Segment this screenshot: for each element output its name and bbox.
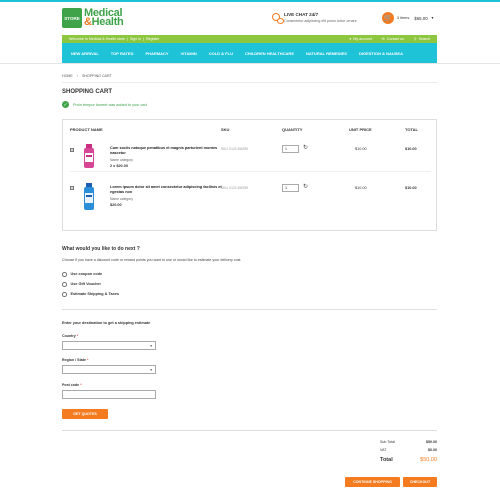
my-account-link[interactable]: ● My account <box>349 37 372 41</box>
col-total: TOTAL <box>405 127 418 132</box>
header-divider <box>0 63 500 64</box>
refresh-icon[interactable]: ↻ <box>303 184 308 190</box>
col-sku: SKU <box>221 127 230 132</box>
nav-cold-flu[interactable]: COLD & FLU <box>209 51 233 56</box>
row-total: $10.00 <box>405 186 417 190</box>
nav-natural-remedies[interactable]: NATURAL REMEDIES <box>306 51 347 56</box>
welcome-text: Welcome to Medical & Health store <box>69 37 126 41</box>
vat-label: VAT <box>380 447 387 452</box>
product-sku: SKU: 0123 456789 <box>221 147 248 151</box>
account-bar: Welcome to Medical & Health store | Sign… <box>62 35 437 43</box>
main-nav: NEW ARRIVAL TOP RATED PHARMACY VITAMIN C… <box>62 43 437 63</box>
live-chat[interactable]: LIVE CHAT 24/7 Consectetur adipiscing el… <box>272 12 357 24</box>
unit-price: $10.00 <box>355 186 367 190</box>
row-total: $10.00 <box>405 147 417 151</box>
breadcrumb: HOME › SHOPPING CART <box>62 74 112 78</box>
region-label: Region / State * <box>62 358 89 362</box>
chevron-right-icon: › <box>76 74 78 78</box>
check-icon: ✓ <box>62 101 69 108</box>
unit-price: $10.00 <box>355 147 367 151</box>
product-sku: SKU: 0123 456789 <box>221 186 248 190</box>
nav-children-healthcare[interactable]: CHILDREN HEALTHCARE <box>245 51 294 56</box>
region-select[interactable]: ▾ <box>62 365 156 374</box>
search-icon: ⚲ <box>413 37 417 41</box>
logo-badge: STORE <box>62 8 82 28</box>
subtotal-value: $50.00 <box>426 440 437 444</box>
remove-checkbox[interactable]: × <box>70 186 74 190</box>
register-link[interactable]: Register <box>146 37 159 41</box>
product-name[interactable]: Cum sociis natoque penatibus et magnis p… <box>110 146 228 156</box>
shipping-estimate-title: Enter your destination to get a shipping… <box>62 321 151 325</box>
vat-value: $0.00 <box>428 447 437 452</box>
next-steps-description: Choose if you have a discount code or re… <box>62 258 242 262</box>
nav-digestion-nausea[interactable]: DIGESTION & NAUSEA <box>359 51 403 56</box>
search-link[interactable]: ⚲ Search <box>414 37 430 41</box>
refresh-icon[interactable]: ↻ <box>303 145 308 151</box>
basket-icon: 🛒 <box>382 12 394 24</box>
nav-new-arrival[interactable]: NEW ARRIVAL <box>71 51 99 56</box>
remove-checkbox[interactable]: × <box>70 148 74 152</box>
product-image[interactable] <box>83 183 95 211</box>
col-quantity: QUANTITY <box>282 127 303 132</box>
product-price: 2 x $20.00 <box>110 164 128 168</box>
next-steps-title: What would you like to do next ? <box>62 246 140 252</box>
live-chat-title: LIVE CHAT 24/7 <box>284 12 319 17</box>
live-chat-subtitle: Consectetur adipiscing elit purus tortor… <box>284 18 357 23</box>
chevron-down-icon: ▾ <box>150 368 152 372</box>
nav-vitamin[interactable]: VITAMIN <box>181 51 197 56</box>
logo-line-2: &Health <box>84 16 124 28</box>
total-value: $50.00 <box>420 457 437 463</box>
breadcrumb-current: SHOPPING CART <box>81 74 112 78</box>
country-select[interactable]: ▾ <box>62 341 156 350</box>
quantity-input[interactable]: 1 <box>282 145 299 153</box>
checkout-button[interactable]: CHECKOUT <box>403 477 437 487</box>
get-quotes-button[interactable]: GET QUOTES <box>62 409 108 419</box>
radio-button[interactable] <box>62 282 67 287</box>
subtotal-label: Sub Total <box>380 440 395 444</box>
col-product: PRODUCT NAME <box>70 127 103 132</box>
cart-item-count: 3 items <box>397 16 410 20</box>
product-price: $20.00 <box>110 203 122 207</box>
row-divider <box>70 171 431 172</box>
total-label: Total <box>380 457 393 463</box>
radio-button[interactable] <box>62 272 67 277</box>
product-name[interactable]: Lorem ipsum dolor sit amet consectetur a… <box>110 185 228 195</box>
breadcrumb-home[interactable]: HOME <box>62 74 73 78</box>
country-label: Country * <box>62 334 79 338</box>
col-unit-price: UNIT PRICE <box>349 127 372 132</box>
success-text: Proin tempor laoreet was added to your c… <box>73 102 147 107</box>
option-coupon[interactable]: Use coupon code <box>62 272 102 277</box>
nav-pharmacy[interactable]: PHARMACY <box>145 51 168 56</box>
chevron-down-icon: ▼ <box>430 16 435 20</box>
divider <box>62 82 437 83</box>
continue-shopping-button[interactable]: CONTINUE SHOPPING <box>345 477 400 487</box>
option-gift-voucher[interactable]: Use Gift Voucher <box>62 282 101 287</box>
header-cart[interactable]: 🛒 3 items $65.00 ▼ <box>382 12 434 24</box>
product-category: Name category <box>110 197 133 201</box>
postcode-input[interactable] <box>62 390 156 399</box>
nav-top-rated[interactable]: TOP RATED <box>111 51 134 56</box>
divider <box>62 430 437 431</box>
chevron-down-icon: ▾ <box>150 344 152 348</box>
success-message: ✓ Proin tempor laoreet was added to your… <box>62 101 147 108</box>
radio-button[interactable] <box>62 292 67 297</box>
option-estimate-shipping[interactable]: Estimate Shipping & Taxes <box>62 292 119 297</box>
chat-icon <box>272 13 284 24</box>
order-totals: Sub Total $50.00 VAT $0.00 Total $50.00 <box>380 440 437 466</box>
contact-link[interactable]: ✉ Contact us <box>382 37 404 41</box>
store-logo[interactable]: STORE Medical &Health <box>62 8 124 28</box>
user-icon: ● <box>349 37 352 41</box>
quantity-input[interactable]: 1 <box>282 184 299 192</box>
top-accent-line <box>0 0 500 2</box>
product-image[interactable] <box>83 144 95 169</box>
divider <box>62 309 437 310</box>
signin-link[interactable]: Sign in <box>130 37 141 41</box>
postcode-label: Post code * <box>62 383 82 387</box>
cart-table: PRODUCT NAME SKU QUANTITY UNIT PRICE TOT… <box>62 119 437 231</box>
product-category: Name category <box>110 158 133 162</box>
cart-total: $65.00 <box>414 15 428 21</box>
page-title: SHOPPING CART <box>62 89 113 95</box>
envelope-icon: ✉ <box>381 37 385 41</box>
